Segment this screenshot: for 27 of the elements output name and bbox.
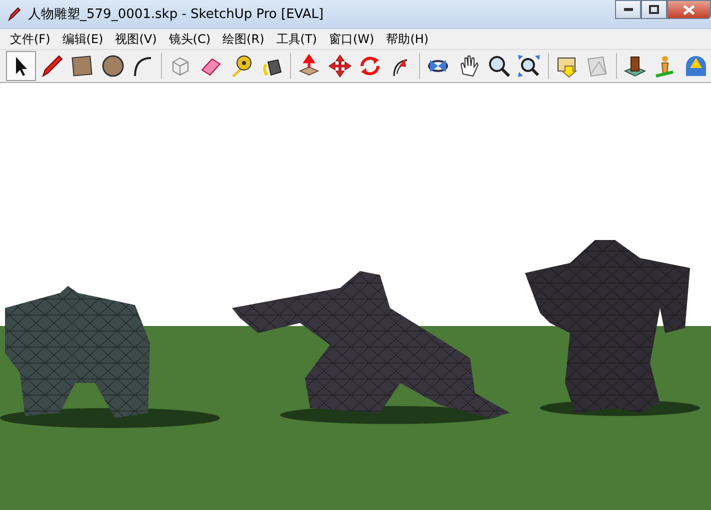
3d-viewport[interactable]: [0, 83, 711, 510]
menu-item[interactable]: 编辑(E): [56, 30, 110, 48]
menu-item[interactable]: 视图(V): [109, 30, 163, 48]
pencil-icon: [40, 54, 64, 78]
close-button[interactable]: [667, 0, 711, 19]
zoom-icon: [486, 54, 511, 78]
menu-item[interactable]: 工具(T): [270, 30, 323, 48]
move-arrows-icon: [328, 54, 352, 78]
paper-icon: [585, 54, 610, 78]
pencil-icon: [6, 6, 22, 22]
menu-item[interactable]: 镜头(C): [162, 30, 217, 48]
menu-item[interactable]: 文件(F): [4, 30, 56, 48]
minimize-button[interactable]: [615, 0, 641, 19]
menu-item[interactable]: 帮助(H): [380, 30, 435, 48]
close-icon: [683, 4, 695, 14]
tool-button[interactable]: [6, 51, 36, 81]
maximize-button[interactable]: [641, 0, 667, 19]
menu-item[interactable]: 窗口(W): [322, 30, 380, 48]
window-title: 人物雕塑_579_0001.skp - SketchUp Pro [EVAL]: [28, 6, 325, 23]
circle-icon: [100, 54, 125, 78]
zoom-extents-icon: [517, 54, 542, 78]
menu-item[interactable]: 绘图(R): [216, 30, 270, 48]
push-pull-icon: [297, 54, 322, 78]
maximize-icon: [649, 5, 659, 14]
minimize-icon: [624, 8, 632, 11]
building-icon: [622, 54, 647, 78]
rotate-arrows-icon: [358, 54, 382, 78]
